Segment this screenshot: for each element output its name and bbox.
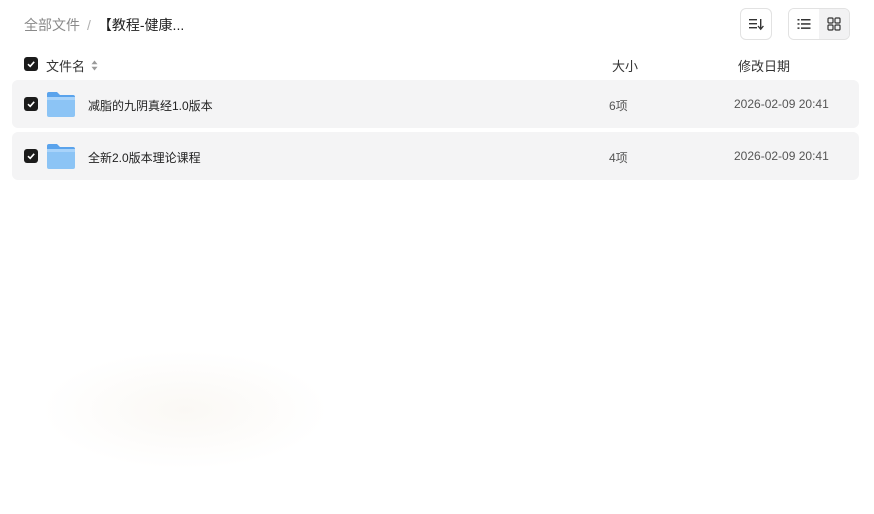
breadcrumb: 全部文件 / 【教程-健康... [24,15,184,35]
select-all-checkbox[interactable] [24,57,38,71]
grid-view-button[interactable] [819,9,849,39]
column-header-name[interactable]: 文件名 [46,56,98,75]
file-date: 2026-02-09 20:41 [734,149,829,163]
list-view-button[interactable] [789,9,819,39]
file-row[interactable]: 全新2.0版本理论课程 4项 2026-02-09 20:41 [12,132,859,180]
column-header-date[interactable]: 修改日期 [738,56,790,75]
sort-lines-icon [749,19,764,31]
file-row[interactable]: 减脂的九阴真经1.0版本 6项 2026-02-09 20:41 [12,80,859,128]
folder-icon [47,92,75,117]
breadcrumb-separator: / [87,17,91,33]
grid-view-icon [827,17,841,31]
column-header-size[interactable]: 大小 [612,56,638,75]
list-view-icon [797,19,811,29]
check-icon [27,101,35,108]
row-checkbox[interactable] [24,149,38,163]
file-list-header: 文件名 大小 修改日期 [12,50,859,78]
check-icon [27,61,35,68]
view-toggle [788,8,850,40]
file-name[interactable]: 全新2.0版本理论课程 [88,149,201,166]
top-bar: 全部文件 / 【教程-健康... [0,0,874,48]
check-icon [27,153,35,160]
breadcrumb-root[interactable]: 全部文件 [24,15,80,35]
empty-area-shadow [40,350,330,470]
sort-button[interactable] [740,8,772,40]
file-size: 4项 [609,151,628,165]
file-date: 2026-02-09 20:41 [734,97,829,111]
breadcrumb-current: 【教程-健康... [97,17,185,33]
file-size: 6项 [609,99,628,113]
folder-icon [47,144,75,169]
file-name[interactable]: 减脂的九阴真经1.0版本 [88,97,213,114]
column-header-name-label: 文件名 [46,59,86,74]
row-checkbox[interactable] [24,97,38,111]
sort-caret-icon [91,60,98,71]
